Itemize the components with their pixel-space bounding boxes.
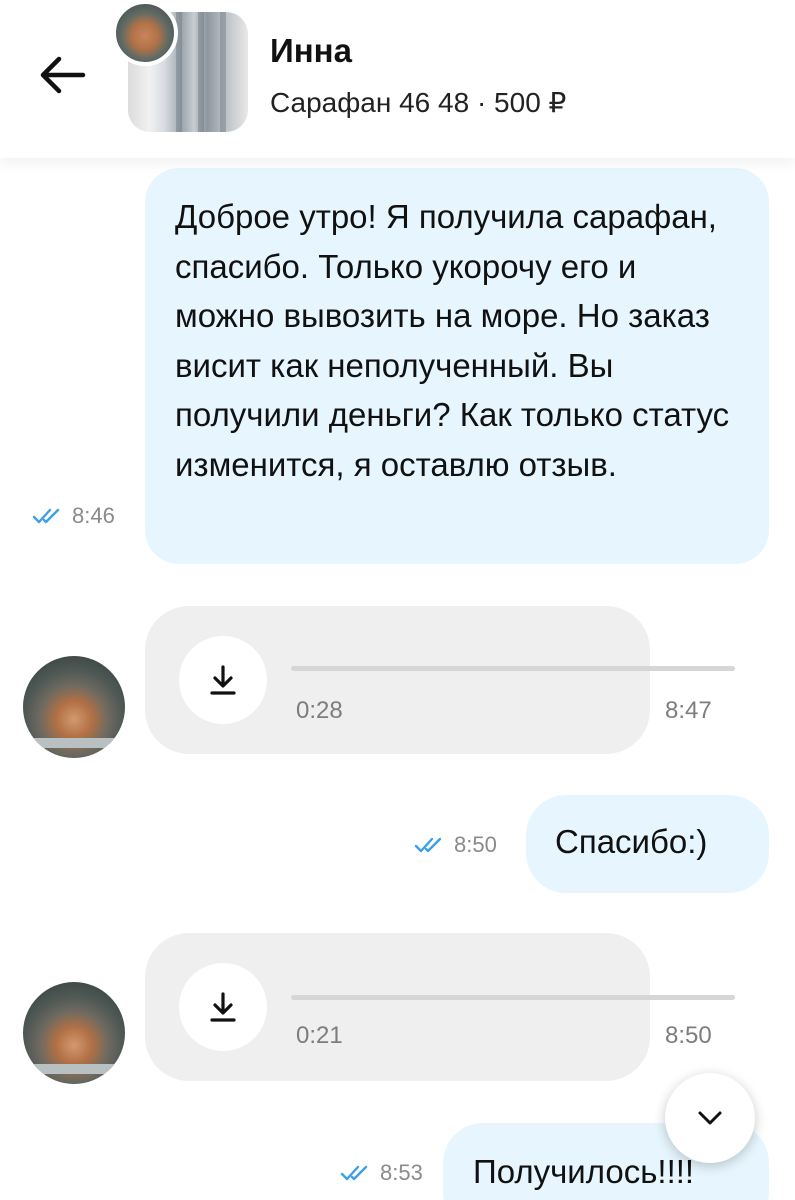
double-check-icon <box>340 1165 368 1181</box>
seller-name[interactable]: Инна <box>270 32 352 70</box>
audio-waveform[interactable] <box>291 666 735 671</box>
message-meta: 8:53 <box>340 1160 423 1186</box>
message-bubble-outgoing[interactable]: Доброе утро! Я получила сарафан, спасибо… <box>145 168 769 564</box>
message-meta: 8:46 <box>32 503 115 529</box>
arrow-left-icon <box>40 56 86 94</box>
audio-duration: 0:21 <box>296 1022 343 1049</box>
chat-header: Инна Сарафан 46 48 · 500 ₽ <box>0 0 795 158</box>
message-time: 8:47 <box>665 697 712 724</box>
download-button[interactable] <box>179 636 267 724</box>
message-time: 8:46 <box>72 503 115 528</box>
download-icon <box>210 992 236 1022</box>
message-time: 8:53 <box>380 1160 423 1185</box>
double-check-icon <box>414 837 442 853</box>
voice-message[interactable] <box>145 933 650 1081</box>
back-button[interactable] <box>32 50 92 100</box>
message-bubble-outgoing[interactable]: Спасибо:) <box>526 795 769 893</box>
message-time: 8:50 <box>454 832 497 857</box>
chevron-down-icon <box>698 1111 722 1125</box>
item-summary[interactable]: Сарафан 46 48 · 500 ₽ <box>270 86 566 119</box>
message-text: Доброе утро! Я получила сарафан, спасибо… <box>175 198 730 483</box>
message-time: 8:50 <box>665 1022 712 1049</box>
sender-avatar[interactable] <box>23 982 125 1084</box>
download-icon <box>210 665 236 695</box>
double-check-icon <box>32 508 60 524</box>
message-text: Получилось!!!! <box>473 1153 695 1190</box>
seller-avatar[interactable] <box>112 0 178 66</box>
audio-duration: 0:28 <box>296 697 343 724</box>
sender-avatar[interactable] <box>23 656 125 758</box>
message-meta: 8:50 <box>414 832 497 858</box>
voice-message[interactable] <box>145 606 650 754</box>
chat-screen: Инна Сарафан 46 48 · 500 ₽ 8:46 Доброе у… <box>0 0 795 1200</box>
audio-waveform[interactable] <box>291 995 735 1000</box>
download-button[interactable] <box>179 963 267 1051</box>
scroll-to-bottom-button[interactable] <box>665 1073 755 1163</box>
message-text: Спасибо:) <box>555 823 708 860</box>
